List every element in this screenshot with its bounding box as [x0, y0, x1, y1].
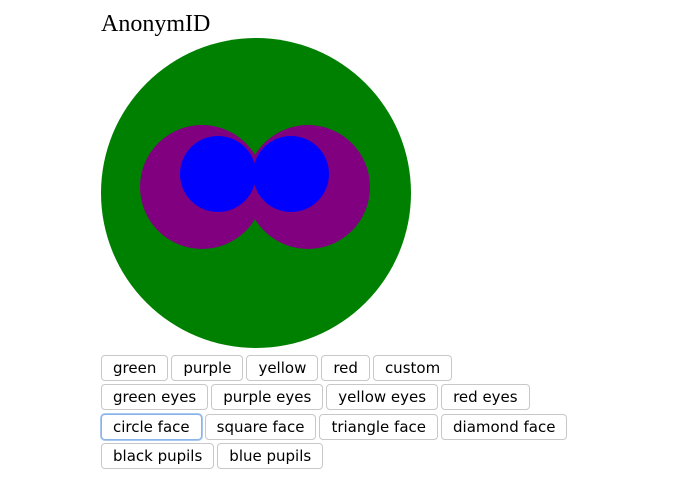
circle-face-button[interactable]: circle face: [101, 414, 202, 440]
blue-pupils-button[interactable]: blue pupils: [217, 443, 324, 469]
custom-color-button[interactable]: custom: [372, 355, 453, 381]
red-eyes-button[interactable]: red eyes: [441, 384, 530, 410]
eye-color-buttons: green eyes purple eyes yellow eyes red e…: [101, 384, 530, 410]
avatar-pupil-left: [180, 136, 256, 212]
triangle-face-button[interactable]: triangle face: [319, 414, 439, 440]
green-eyes-button[interactable]: green eyes: [101, 384, 209, 410]
red-face-button[interactable]: red: [321, 355, 370, 381]
avatar-pupil-right: [253, 136, 329, 212]
purple-eyes-button[interactable]: purple eyes: [211, 384, 324, 410]
yellow-face-button[interactable]: yellow: [246, 355, 319, 381]
app-title: AnonymID: [101, 11, 211, 37]
black-pupils-button[interactable]: black pupils: [101, 443, 215, 469]
square-face-button[interactable]: square face: [204, 414, 317, 440]
avatar-canvas: [101, 38, 411, 348]
purple-face-button[interactable]: purple: [171, 355, 244, 381]
face-color-buttons: green purple yellow red custom: [101, 355, 453, 381]
green-face-button[interactable]: green: [101, 355, 169, 381]
yellow-eyes-button[interactable]: yellow eyes: [326, 384, 439, 410]
face-shape-buttons: circle face square face triangle face di…: [101, 414, 568, 440]
pupil-color-buttons: black pupils blue pupils: [101, 443, 324, 469]
diamond-face-button[interactable]: diamond face: [441, 414, 568, 440]
